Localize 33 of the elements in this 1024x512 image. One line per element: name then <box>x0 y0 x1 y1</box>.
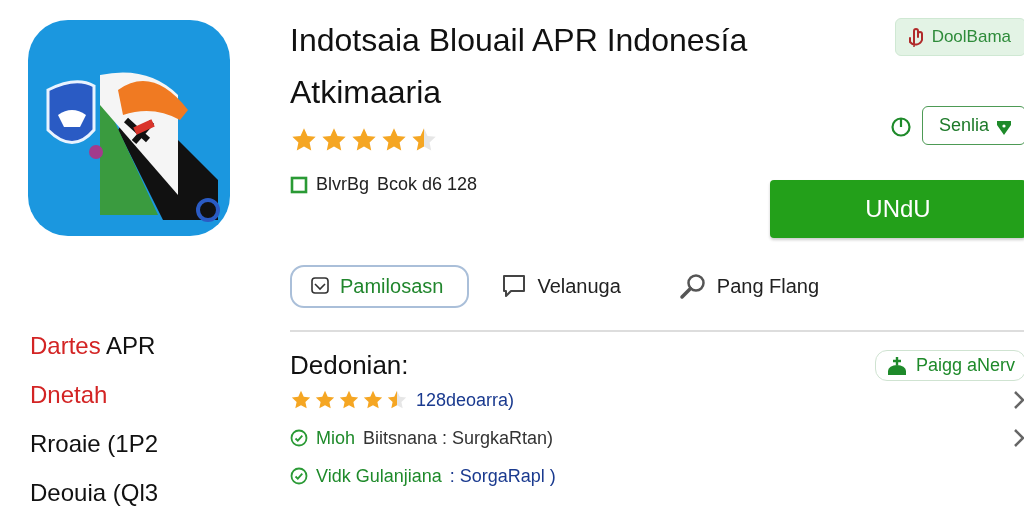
secondary-button[interactable]: Senlia <box>921 106 1024 145</box>
timer-icon <box>889 114 912 137</box>
detail-link[interactable]: : SorgaRapl ) <box>449 465 556 487</box>
chevron-right-icon[interactable] <box>1012 428 1024 448</box>
detail-label: Vidk Gulanjiana <box>316 465 442 487</box>
square-icon <box>290 175 308 194</box>
app-icon <box>28 20 230 236</box>
sidebar-link[interactable]: Dartes APR <box>30 334 262 358</box>
detail-label: Mioh <box>316 427 355 449</box>
action-pill[interactable]: Paigg aNerv <box>874 350 1024 381</box>
section-title: Dedonian: <box>290 350 409 381</box>
review-count: 128deoarra) <box>416 389 515 411</box>
star-icon <box>362 389 384 411</box>
message-icon <box>310 276 330 296</box>
chat-icon <box>501 273 528 299</box>
check-circle-icon <box>290 467 308 485</box>
star-icon <box>386 389 408 411</box>
tab[interactable]: Pamilosasn <box>290 264 470 308</box>
meta-value: Bcok d6 128 <box>377 174 478 195</box>
star-icon <box>290 389 312 411</box>
check-circle-icon <box>290 429 308 447</box>
hand-icon <box>907 26 924 48</box>
meta-label: BlvrBg <box>316 174 369 195</box>
sidebar-link[interactable]: Rroaie (1P2 <box>30 432 262 456</box>
star-icon <box>314 389 336 411</box>
badge-label: DoolBama <box>931 27 1011 47</box>
search-icon <box>678 272 707 300</box>
app-title: Indotsaia Blouail APR Indonesía Atkimaaria <box>290 21 749 112</box>
chevron-right-icon[interactable] <box>1012 390 1024 410</box>
sidebar-link[interactable]: Deouia (Ql3 <box>30 481 262 505</box>
sidebar-link[interactable]: Dnetah <box>30 383 262 407</box>
detail-value: Biitsnana : SurgkaRtan) <box>363 427 554 449</box>
star-icon <box>338 389 360 411</box>
